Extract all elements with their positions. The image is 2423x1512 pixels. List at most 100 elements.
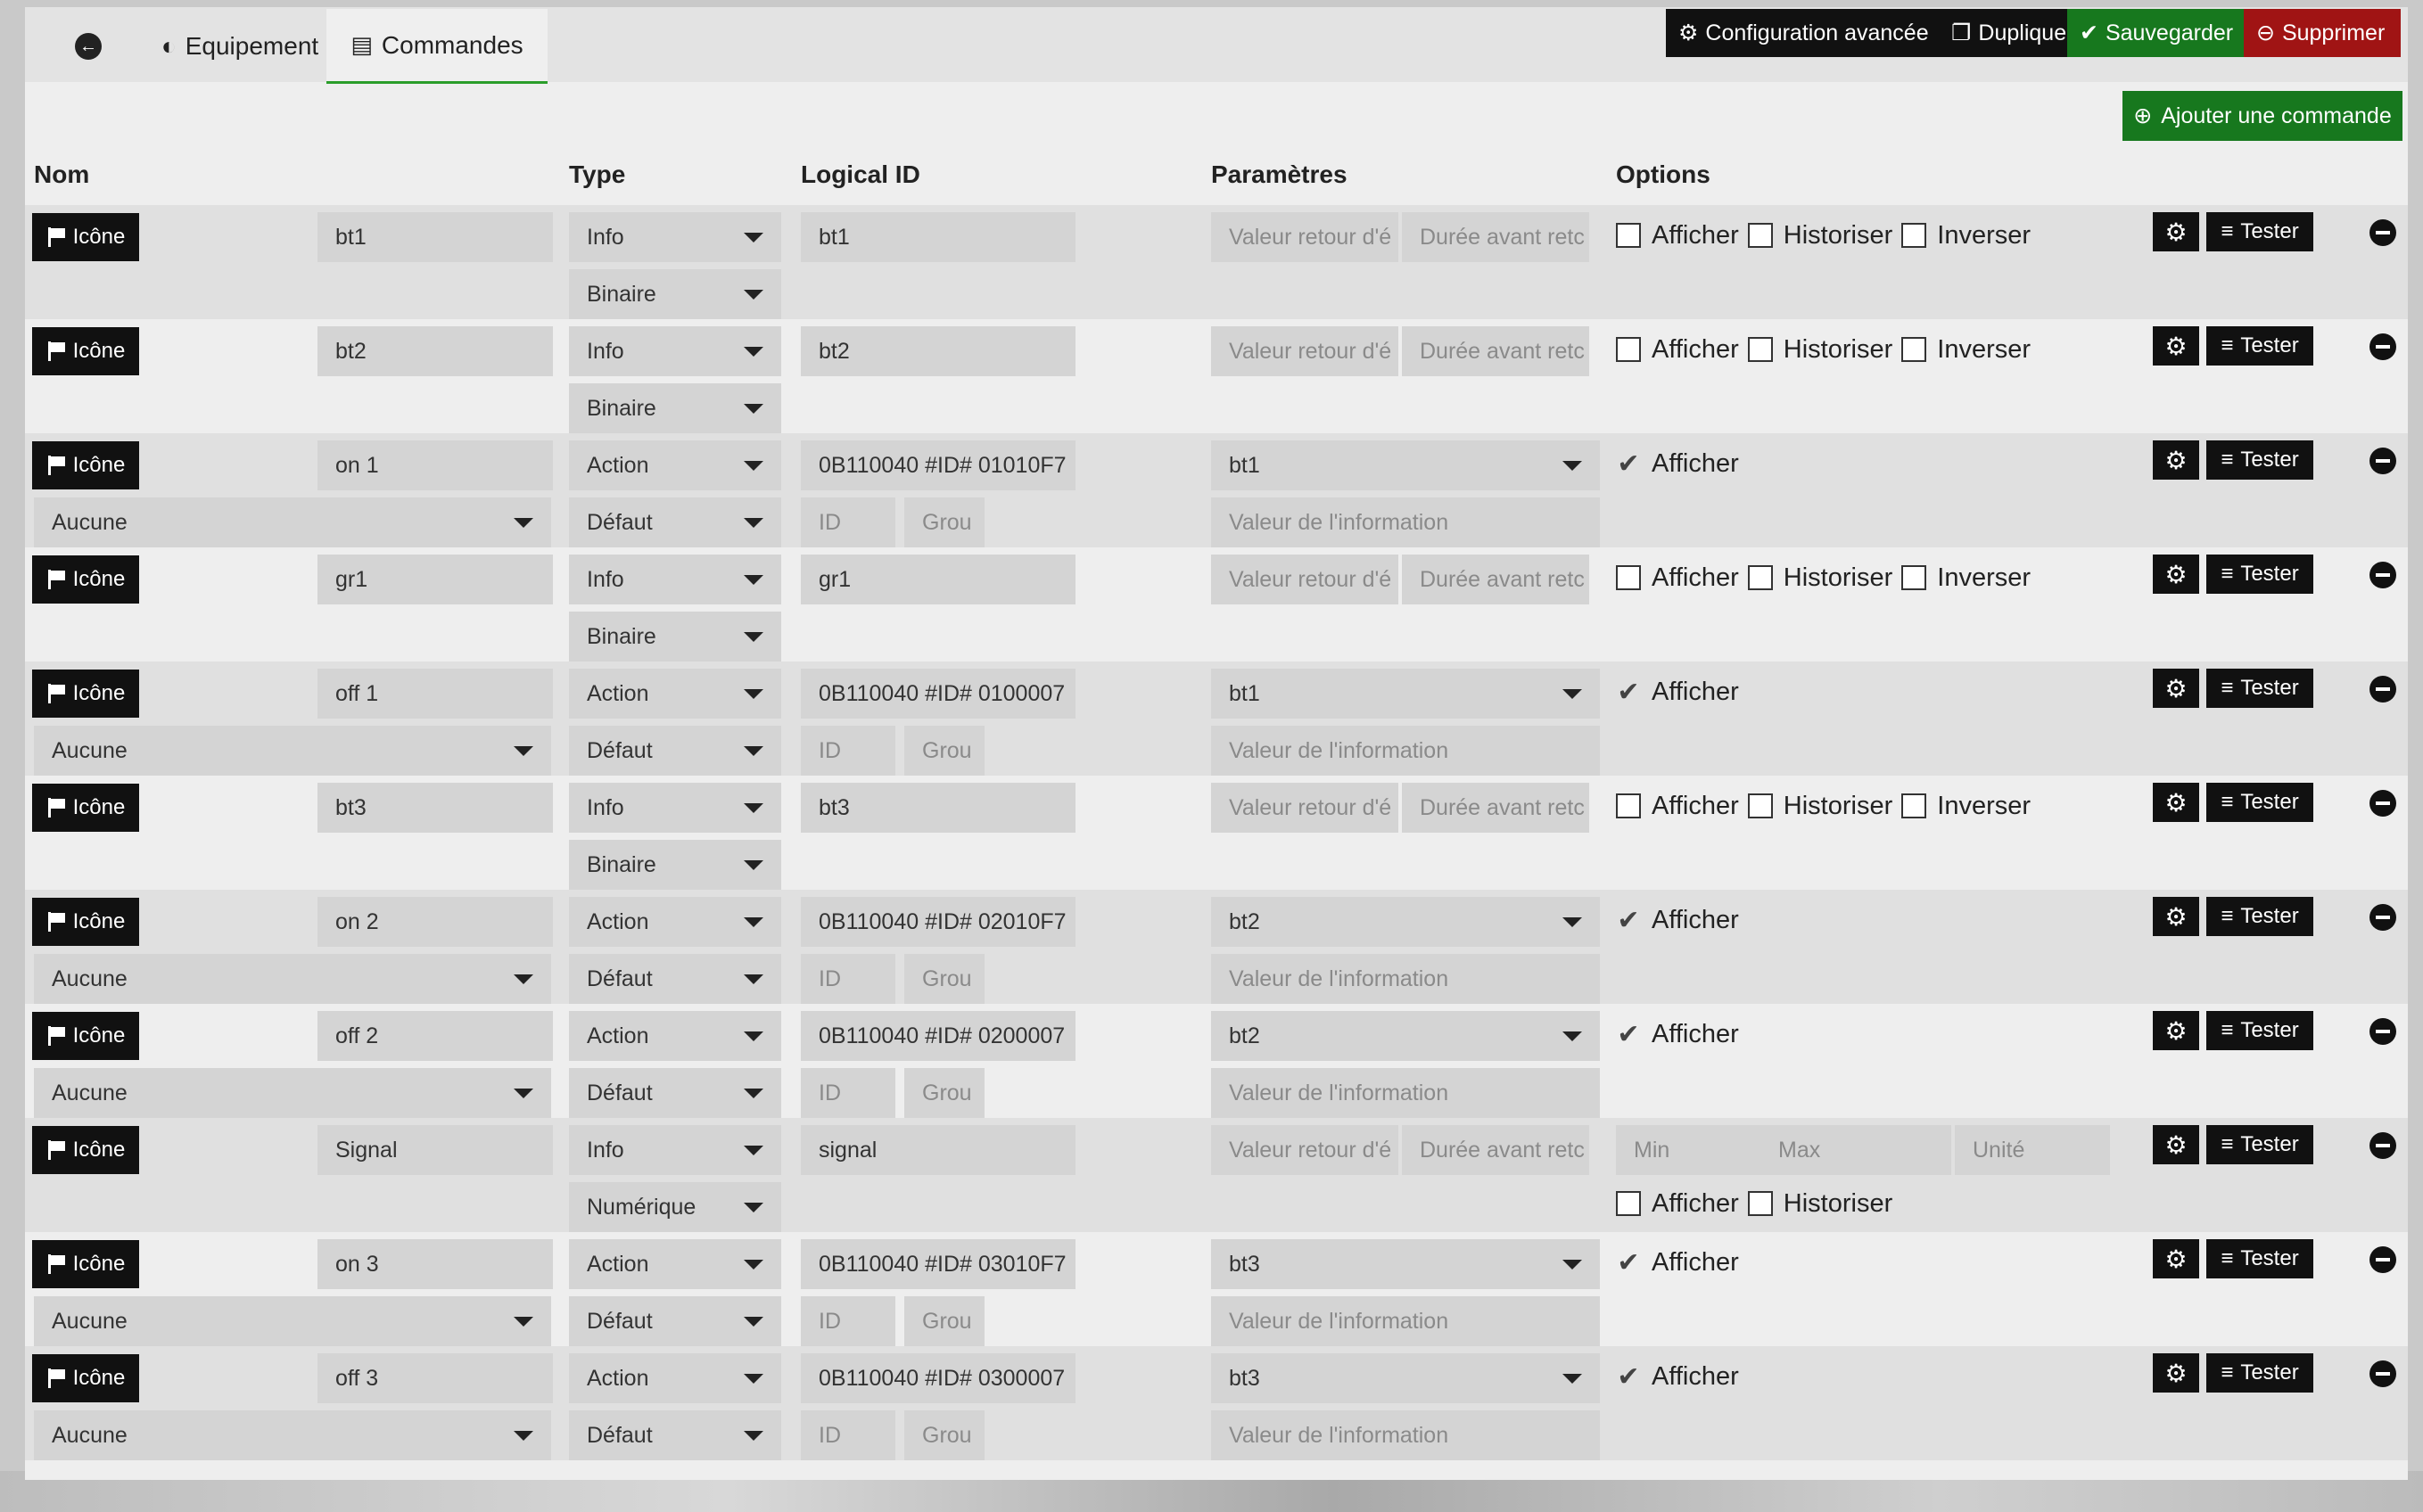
- command-name-input[interactable]: on 2: [317, 897, 553, 947]
- icon-button[interactable]: Icône: [32, 327, 139, 375]
- type-select[interactable]: Info: [569, 783, 781, 833]
- test-button[interactable]: ≡ Tester: [2206, 440, 2313, 480]
- group-input[interactable]: Grou: [904, 1068, 985, 1118]
- info-value-input[interactable]: Valeur de l'information: [1211, 1410, 1600, 1460]
- icon-button[interactable]: Icône: [32, 441, 139, 489]
- subtype-select[interactable]: Binaire: [569, 612, 781, 662]
- test-button[interactable]: ≡ Tester: [2206, 1011, 2313, 1050]
- min-input[interactable]: Min: [1616, 1125, 1760, 1175]
- info-value-select[interactable]: bt2: [1211, 1011, 1600, 1061]
- remove-command-icon[interactable]: [2369, 1018, 2396, 1045]
- group-input[interactable]: Grou: [904, 726, 985, 776]
- inverser-checkbox[interactable]: Inverser: [1901, 788, 2031, 824]
- return-delay-input[interactable]: Durée avant retc: [1402, 555, 1589, 604]
- settings-button[interactable]: ⚙: [2153, 1125, 2199, 1164]
- subtype-select[interactable]: Numérique: [569, 1182, 781, 1232]
- icon-button[interactable]: Icône: [32, 784, 139, 832]
- settings-button[interactable]: ⚙: [2153, 326, 2199, 366]
- group-input[interactable]: Grou: [904, 954, 985, 1004]
- command-name-input[interactable]: on 1: [317, 440, 553, 490]
- settings-button[interactable]: ⚙: [2153, 1239, 2199, 1278]
- back-tab[interactable]: ←: [48, 9, 128, 84]
- icon-button[interactable]: Icône: [32, 213, 139, 261]
- generic-type-select[interactable]: Aucune: [34, 497, 551, 547]
- logical-id-input[interactable]: 0B110040 #ID# 03010F7: [801, 1239, 1076, 1289]
- remove-command-icon[interactable]: [2369, 333, 2396, 360]
- subtype-select[interactable]: Binaire: [569, 383, 781, 433]
- id-input[interactable]: ID: [801, 1410, 895, 1460]
- historiser-checkbox[interactable]: Historiser: [1747, 788, 1892, 824]
- command-name-input[interactable]: bt1: [317, 212, 553, 262]
- id-input[interactable]: ID: [801, 497, 895, 547]
- logical-id-input[interactable]: bt1: [801, 212, 1076, 262]
- type-select[interactable]: Info: [569, 326, 781, 376]
- historiser-checkbox[interactable]: Historiser: [1747, 218, 1892, 253]
- afficher-checkbox[interactable]: ✔ Afficher: [1616, 674, 1738, 710]
- generic-type-select[interactable]: Aucune: [34, 726, 551, 776]
- subtype-select[interactable]: Défaut: [569, 1410, 781, 1460]
- id-input[interactable]: ID: [801, 726, 895, 776]
- icon-button[interactable]: Icône: [32, 1126, 139, 1174]
- id-input[interactable]: ID: [801, 1068, 895, 1118]
- info-value-input[interactable]: Valeur de l'information: [1211, 1296, 1600, 1346]
- command-name-input[interactable]: Signal: [317, 1125, 553, 1175]
- logical-id-input[interactable]: 0B110040 #ID# 01010F7: [801, 440, 1076, 490]
- info-value-select[interactable]: bt3: [1211, 1239, 1600, 1289]
- subtype-select[interactable]: Défaut: [569, 1296, 781, 1346]
- unit-input[interactable]: Unité: [1955, 1125, 2110, 1175]
- afficher-checkbox[interactable]: ✔ Afficher: [1616, 1359, 1738, 1394]
- group-input[interactable]: Grou: [904, 1296, 985, 1346]
- remove-command-icon[interactable]: [2369, 904, 2396, 931]
- info-value-input[interactable]: Valeur de l'information: [1211, 726, 1600, 776]
- test-button[interactable]: ≡ Tester: [2206, 555, 2313, 594]
- logical-id-input[interactable]: gr1: [801, 555, 1076, 604]
- id-input[interactable]: ID: [801, 1296, 895, 1346]
- remove-command-icon[interactable]: [2369, 219, 2396, 246]
- type-select[interactable]: Info: [569, 212, 781, 262]
- remove-command-icon[interactable]: [2369, 1246, 2396, 1273]
- info-value-select[interactable]: bt3: [1211, 1353, 1600, 1403]
- command-name-input[interactable]: off 3: [317, 1353, 553, 1403]
- return-delay-input[interactable]: Durée avant retc: [1402, 783, 1589, 833]
- icon-button[interactable]: Icône: [32, 1354, 139, 1402]
- afficher-checkbox[interactable]: ✔ Afficher: [1616, 446, 1738, 481]
- logical-id-input[interactable]: 0B110040 #ID# 0100007: [801, 669, 1076, 719]
- icon-button[interactable]: Icône: [32, 670, 139, 718]
- logical-id-input[interactable]: signal: [801, 1125, 1076, 1175]
- group-input[interactable]: Grou: [904, 1410, 985, 1460]
- icon-button[interactable]: Icône: [32, 555, 139, 604]
- info-value-select[interactable]: bt1: [1211, 669, 1600, 719]
- command-name-input[interactable]: bt2: [317, 326, 553, 376]
- remove-command-icon[interactable]: [2369, 448, 2396, 474]
- command-name-input[interactable]: gr1: [317, 555, 553, 604]
- afficher-checkbox[interactable]: Afficher: [1616, 560, 1739, 596]
- info-value-input[interactable]: Valeur de l'information: [1211, 497, 1600, 547]
- type-select[interactable]: Action: [569, 1239, 781, 1289]
- settings-button[interactable]: ⚙: [2153, 212, 2199, 251]
- type-select[interactable]: Action: [569, 1353, 781, 1403]
- icon-button[interactable]: Icône: [32, 1240, 139, 1288]
- subtype-select[interactable]: Défaut: [569, 726, 781, 776]
- afficher-checkbox[interactable]: Afficher: [1616, 218, 1739, 253]
- remove-command-icon[interactable]: [2369, 790, 2396, 817]
- return-value-input[interactable]: Valeur retour d'é: [1211, 783, 1398, 833]
- duplicate-button[interactable]: ❐ Dupliquer: [1939, 9, 2073, 57]
- group-input[interactable]: Grou: [904, 497, 985, 547]
- generic-type-select[interactable]: Aucune: [34, 1296, 551, 1346]
- type-select[interactable]: Action: [569, 897, 781, 947]
- max-input[interactable]: Max: [1760, 1125, 1951, 1175]
- advanced-config-button[interactable]: ⚙ Configuration avancée: [1666, 9, 1939, 57]
- afficher-checkbox[interactable]: Afficher: [1616, 332, 1739, 367]
- id-input[interactable]: ID: [801, 954, 895, 1004]
- info-value-select[interactable]: bt2: [1211, 897, 1600, 947]
- return-value-input[interactable]: Valeur retour d'é: [1211, 1125, 1398, 1175]
- command-name-input[interactable]: off 2: [317, 1011, 553, 1061]
- return-delay-input[interactable]: Durée avant retc: [1402, 326, 1589, 376]
- type-select[interactable]: Info: [569, 1125, 781, 1175]
- afficher-checkbox[interactable]: Afficher: [1616, 1186, 1739, 1221]
- generic-type-select[interactable]: Aucune: [34, 1410, 551, 1460]
- subtype-select[interactable]: Défaut: [569, 1068, 781, 1118]
- tab-equipement[interactable]: ◐ Equipement: [128, 9, 351, 84]
- subtype-select[interactable]: Défaut: [569, 954, 781, 1004]
- logical-id-input[interactable]: bt2: [801, 326, 1076, 376]
